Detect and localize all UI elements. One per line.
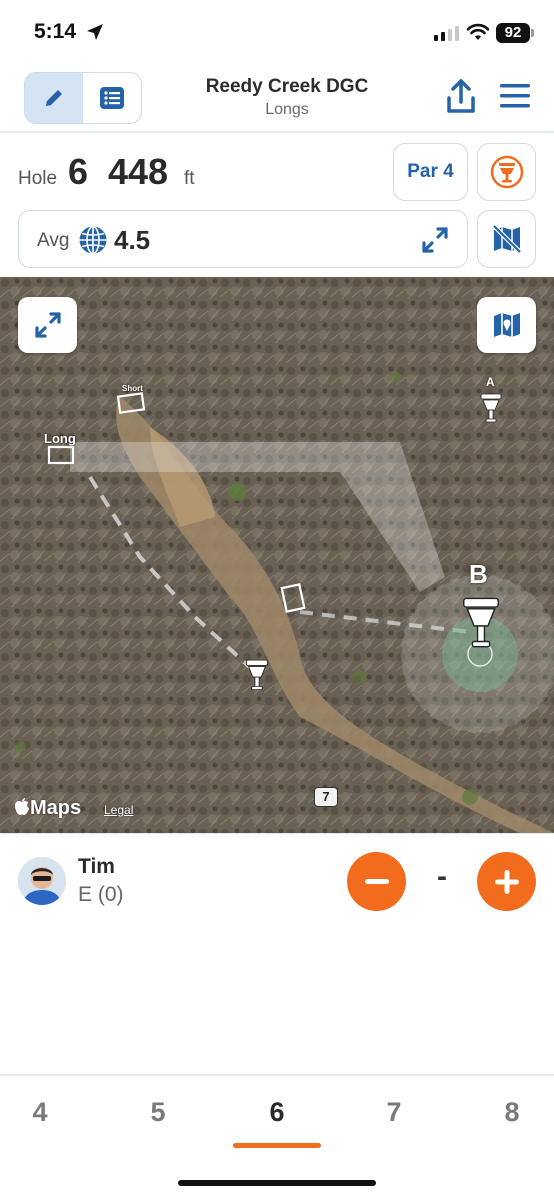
tee-label-long: Long xyxy=(44,431,76,446)
list-icon xyxy=(100,87,124,109)
expand-arrows-icon xyxy=(34,312,61,338)
hide-map-button[interactable] xyxy=(477,210,536,268)
course-map[interactable]: Short Long A B 7 Maps Legal xyxy=(0,277,554,833)
hole-distance: 448 xyxy=(108,151,169,192)
hole-number: 6 xyxy=(68,151,89,192)
globe-icon xyxy=(79,225,107,255)
wifi-icon xyxy=(466,23,490,40)
distance-unit: ft xyxy=(184,168,195,189)
decrement-strokes-button[interactable] xyxy=(347,852,406,911)
increment-strokes-button[interactable] xyxy=(477,852,536,911)
hole-label: Hole xyxy=(18,168,58,189)
hole-nav-divider xyxy=(0,1074,554,1076)
current-hole-indicator xyxy=(233,1143,321,1148)
mode-segmented-control xyxy=(24,72,142,124)
share-button[interactable] xyxy=(444,78,478,121)
par-button[interactable]: Par 4 xyxy=(393,143,468,201)
map-icon xyxy=(493,313,520,337)
hole-tab-5[interactable]: 5 xyxy=(128,1097,188,1128)
apple-logo-icon xyxy=(15,798,29,815)
plus-icon xyxy=(494,869,519,894)
hole-tab-4[interactable]: 4 xyxy=(10,1097,70,1128)
status-bar: 5:14 92 xyxy=(0,0,554,62)
target-button[interactable] xyxy=(477,143,536,201)
hole-tab-8[interactable]: 8 xyxy=(482,1097,542,1128)
player-avatar-image xyxy=(18,857,66,905)
map-layers-button[interactable] xyxy=(477,297,536,353)
maps-text: Maps xyxy=(30,797,82,819)
stroke-count: - xyxy=(437,860,447,893)
map-fullscreen-button[interactable] xyxy=(18,297,77,353)
avatar xyxy=(18,857,66,905)
basket-target-icon xyxy=(490,155,523,189)
share-icon xyxy=(447,79,475,113)
menu-button[interactable] xyxy=(498,82,532,115)
pencil-icon xyxy=(46,90,62,106)
hole-tab-6[interactable]: 6 xyxy=(247,1097,307,1128)
hamburger-menu-icon xyxy=(500,84,530,108)
basket-b-icon[interactable] xyxy=(459,595,503,657)
player-score: E (0) xyxy=(78,883,124,906)
header-divider xyxy=(0,131,554,133)
location-arrow-icon xyxy=(87,24,103,40)
cellular-signal-icon xyxy=(434,26,459,41)
average-panel: Avg 4.5 xyxy=(18,210,468,268)
hole-tab-7[interactable]: 7 xyxy=(364,1097,424,1128)
edit-mode-tab[interactable] xyxy=(25,73,83,123)
basket-marker-icon[interactable] xyxy=(245,658,269,696)
legal-link[interactable]: Legal xyxy=(104,803,133,817)
map-off-icon xyxy=(491,224,522,254)
app-header: Reedy Creek DGC Longs xyxy=(0,62,554,132)
minus-icon xyxy=(364,878,389,884)
basket-label-b: B xyxy=(469,559,488,589)
scorecard-list-tab[interactable] xyxy=(83,73,141,123)
player-name: Tim xyxy=(78,855,115,878)
apple-maps-attribution: Maps xyxy=(14,797,81,820)
basket-a-icon[interactable] xyxy=(480,392,502,428)
map-divider xyxy=(0,833,554,834)
satellite-terrain xyxy=(0,277,554,833)
course-title: Reedy Creek DGC xyxy=(205,76,369,97)
expand-arrows-icon xyxy=(422,227,448,253)
expand-stats-button[interactable] xyxy=(419,224,451,261)
status-time: 5:14 xyxy=(34,20,77,43)
average-value: 4.5 xyxy=(114,225,151,255)
next-hole-marker[interactable]: 7 xyxy=(314,787,338,807)
average-label: Avg xyxy=(37,230,70,251)
home-indicator[interactable] xyxy=(178,1180,376,1186)
battery-indicator: 92 xyxy=(496,23,534,43)
tee-label-short: Short xyxy=(122,384,143,393)
basket-label-a: A xyxy=(486,375,495,389)
layout-subtitle: Longs xyxy=(265,101,309,118)
